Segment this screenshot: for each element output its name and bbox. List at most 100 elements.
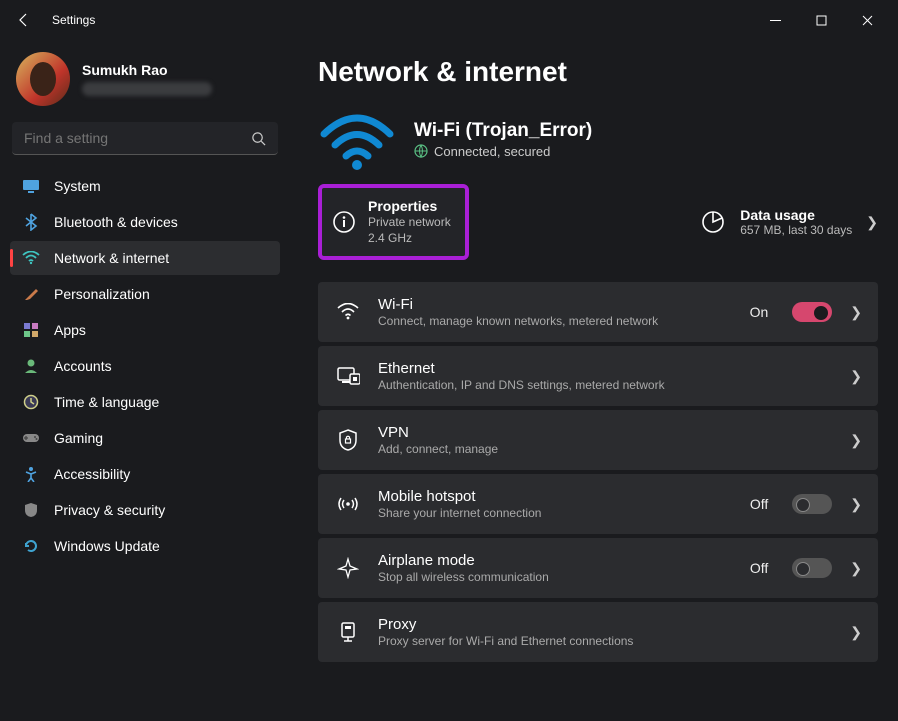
user-block[interactable]: Sumukh Rao [10,48,280,122]
chevron-right-icon: ❯ [850,624,862,641]
apps-icon [22,321,40,339]
sidebar-item-label: Apps [54,322,86,338]
data-usage-sub: 657 MB, last 30 days [740,223,852,237]
setting-title: Ethernet [378,360,832,377]
setting-sub: Proxy server for Wi-Fi and Ethernet conn… [378,634,832,648]
bluetooth-icon [22,213,40,231]
paintbrush-icon [22,285,40,303]
sidebar-item-label: Personalization [54,286,150,302]
setting-airplane[interactable]: Airplane modeStop all wireless communica… [318,538,878,598]
maximize-button[interactable] [798,4,844,36]
sidebar-item-accounts[interactable]: Accounts [10,349,280,383]
chevron-right-icon: ❯ [850,496,862,513]
setting-title: Mobile hotspot [378,488,732,505]
sidebar-item-gaming[interactable]: Gaming [10,421,280,455]
sidebar-item-label: Network & internet [54,250,169,266]
chevron-right-icon: ❯ [850,432,862,449]
wifi-status: Connected, secured [414,144,592,159]
clock-icon [22,393,40,411]
setting-sub: Add, connect, manage [378,442,832,456]
toggle-label: Off [750,496,768,512]
toggle-label: On [750,304,769,320]
data-usage-title: Data usage [740,207,852,223]
sidebar-item-label: Bluetooth & devices [54,214,178,230]
setting-vpn[interactable]: VPNAdd, connect, manage ❯ [318,410,878,470]
titlebar: Settings [0,0,898,40]
sidebar: Sumukh Rao System Bluetooth & devices Ne… [0,40,290,721]
sidebar-item-label: Accessibility [54,466,130,482]
setting-sub: Connect, manage known networks, metered … [378,314,732,328]
ethernet-icon [336,364,360,388]
wifi-icon [336,300,360,324]
proxy-icon [336,620,360,644]
search-input[interactable] [24,130,251,146]
sidebar-item-accessibility[interactable]: Accessibility [10,457,280,491]
main: Network & internet Wi-Fi (Trojan_Error) … [290,40,898,721]
update-icon [22,537,40,555]
sidebar-item-system[interactable]: System [10,169,280,203]
data-usage-card[interactable]: Data usage 657 MB, last 30 days ❯ [700,207,878,237]
properties-title: Properties [368,198,451,214]
sidebar-item-label: Windows Update [54,538,160,554]
sidebar-item-update[interactable]: Windows Update [10,529,280,563]
sidebar-item-time[interactable]: Time & language [10,385,280,419]
chevron-right-icon: ❯ [850,304,862,321]
wifi-name: Wi-Fi (Trojan_Error) [414,120,592,142]
sidebar-item-label: Gaming [54,430,103,446]
sidebar-item-bluetooth[interactable]: Bluetooth & devices [10,205,280,239]
info-icon [332,210,356,234]
sidebar-item-apps[interactable]: Apps [10,313,280,347]
properties-line1: Private network [368,214,451,230]
setting-wifi[interactable]: Wi-FiConnect, manage known networks, met… [318,282,878,342]
settings-list: Wi-FiConnect, manage known networks, met… [318,282,878,662]
sidebar-item-label: Privacy & security [54,502,165,518]
chevron-right-icon: ❯ [850,560,862,577]
setting-sub: Authentication, IP and DNS settings, met… [378,378,832,392]
setting-sub: Share your internet connection [378,506,732,520]
toggle-label: Off [750,560,768,576]
wifi-large-icon [318,112,390,166]
gamepad-icon [22,429,40,447]
properties-card[interactable]: Properties Private network 2.4 GHz [318,184,469,260]
minimize-button[interactable] [752,4,798,36]
hotspot-toggle[interactable] [792,494,832,514]
avatar [16,52,70,106]
wifi-icon [22,249,40,267]
back-button[interactable] [8,4,40,36]
setting-title: Wi-Fi [378,296,732,313]
accessibility-icon [22,465,40,483]
person-icon [22,357,40,375]
search-icon [251,131,266,146]
search-box[interactable] [12,122,278,155]
user-name: Sumukh Rao [82,62,212,78]
setting-hotspot[interactable]: Mobile hotspotShare your internet connec… [318,474,878,534]
nav: System Bluetooth & devices Network & int… [10,169,280,563]
setting-sub: Stop all wireless communication [378,570,732,584]
app-title: Settings [52,13,95,27]
page-title: Network & internet [318,56,878,88]
sidebar-item-privacy[interactable]: Privacy & security [10,493,280,527]
setting-title: Proxy [378,616,832,633]
sidebar-item-network[interactable]: Network & internet [10,241,280,275]
properties-line2: 2.4 GHz [368,230,451,246]
setting-title: VPN [378,424,832,441]
wifi-hero: Wi-Fi (Trojan_Error) Connected, secured [318,112,878,166]
airplane-icon [336,556,360,580]
globe-icon [414,144,428,158]
window-controls [752,4,890,36]
vpn-shield-icon [336,428,360,452]
shield-icon [22,501,40,519]
sidebar-item-label: System [54,178,101,194]
setting-ethernet[interactable]: EthernetAuthentication, IP and DNS setti… [318,346,878,406]
wifi-toggle[interactable] [792,302,832,322]
chevron-right-icon: ❯ [866,214,878,231]
sidebar-item-label: Accounts [54,358,112,374]
pie-icon [700,209,726,235]
airplane-toggle[interactable] [792,558,832,578]
setting-proxy[interactable]: ProxyProxy server for Wi-Fi and Ethernet… [318,602,878,662]
user-email [82,82,212,96]
display-icon [22,177,40,195]
sidebar-item-personalization[interactable]: Personalization [10,277,280,311]
sidebar-item-label: Time & language [54,394,159,410]
close-button[interactable] [844,4,890,36]
